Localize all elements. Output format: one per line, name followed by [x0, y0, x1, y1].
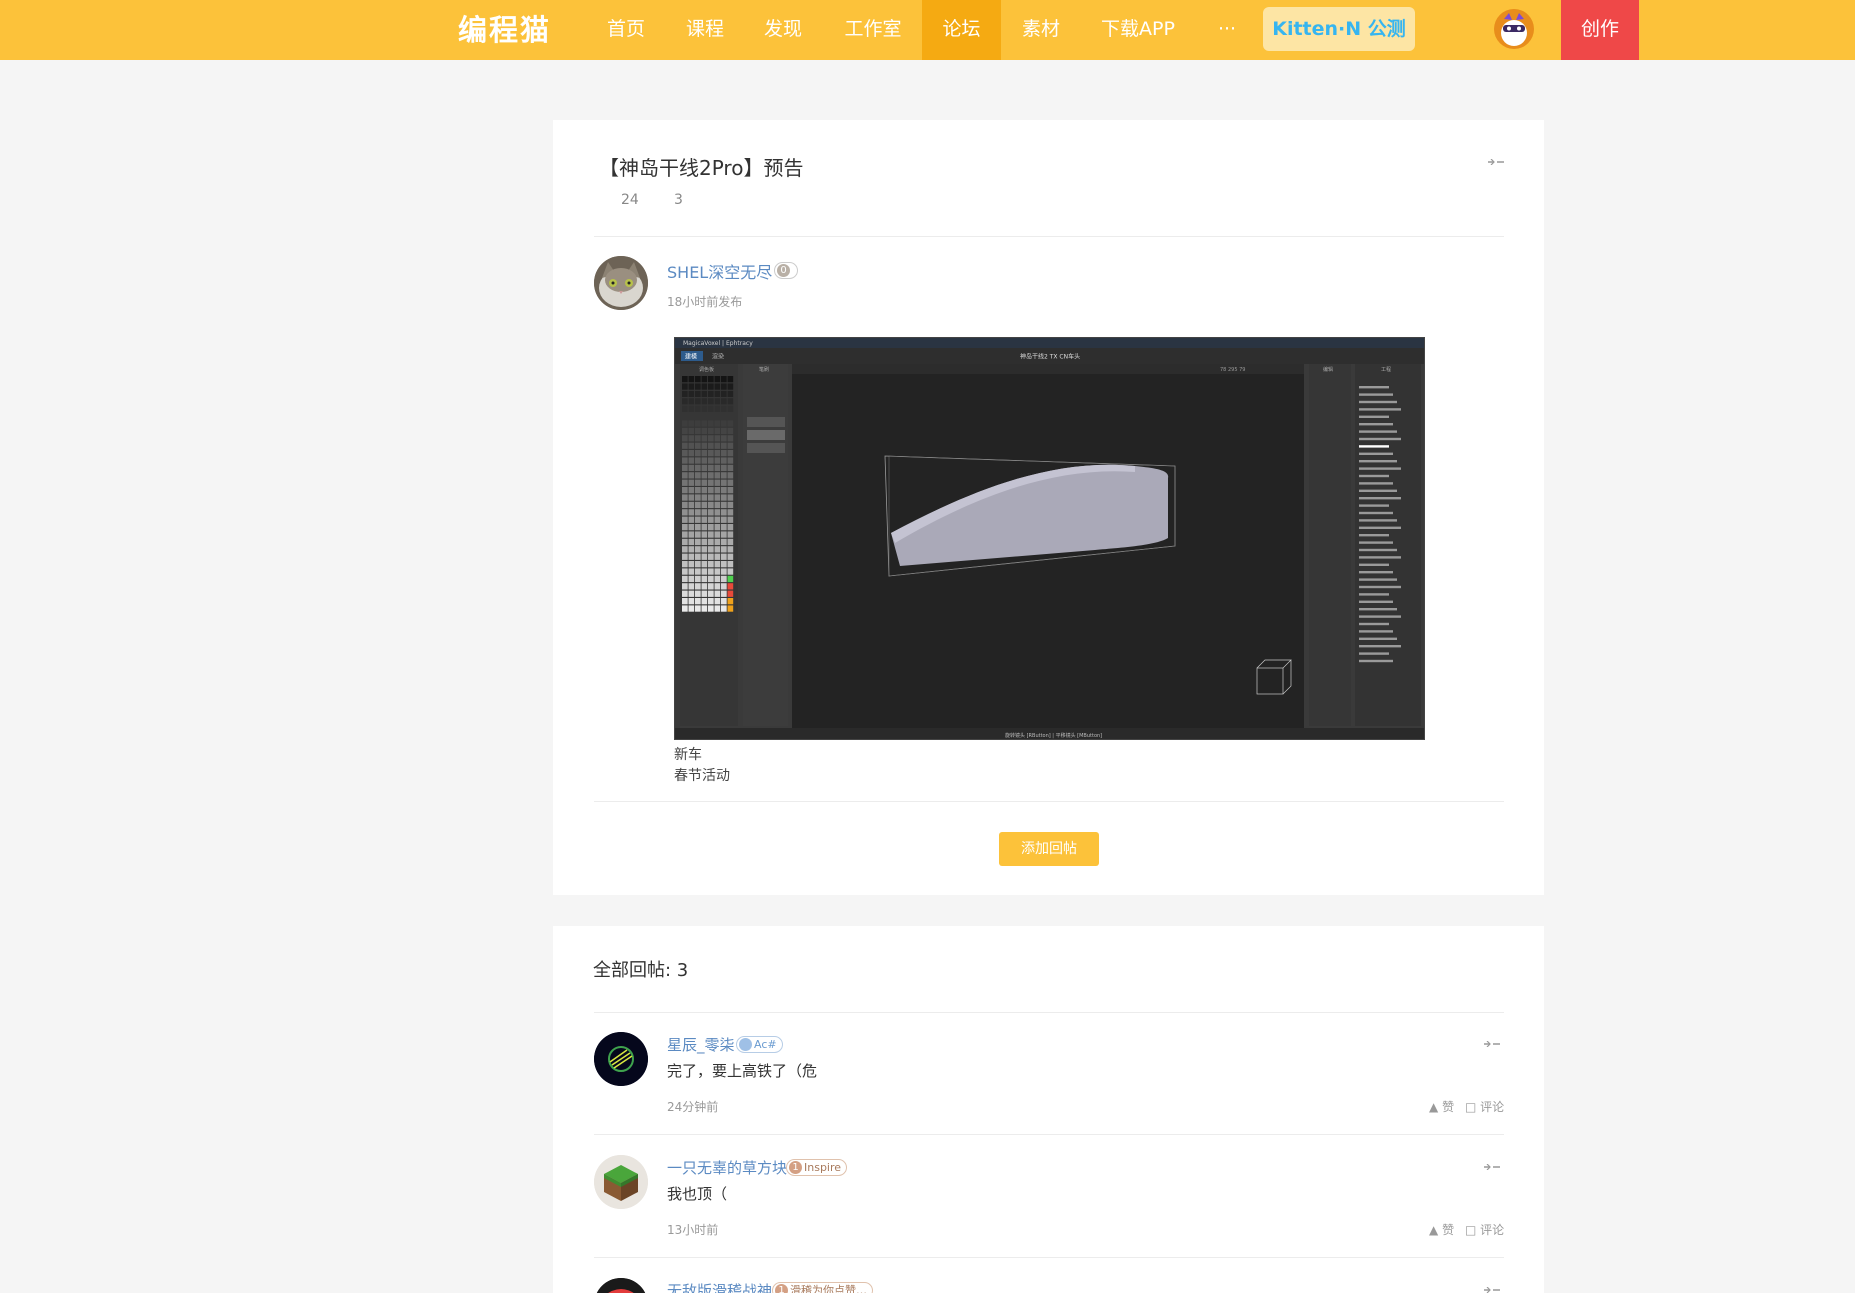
nav-forum[interactable]: 论坛	[922, 0, 1001, 60]
svg-text:工程: 工程	[1381, 366, 1391, 373]
comment-button[interactable]: □ 评论	[1465, 1098, 1504, 1115]
reply-text: 我也顶（	[667, 1185, 728, 1203]
magicavoxel-screenshot: MagicaVoxel | Ephtracy 建模 渲染 神岛干线2 TX CN…	[675, 338, 1424, 739]
post-line: 春节活动	[674, 768, 730, 784]
top-navbar: 编程猫 首页 课程 发现 工作室 论坛 素材 下载APP ··· Kitten·…	[0, 0, 1855, 60]
comment-icon: □	[1465, 1223, 1477, 1237]
reply-author[interactable]: 一只无辜的草方块	[667, 1157, 787, 1178]
post-card: 【神岛干线2Pro】预告 24 3 SHEL深空无尽 0 18小时前发布 Mag…	[553, 120, 1544, 895]
reply-time: 24分钟前	[667, 1100, 719, 1114]
post-image[interactable]: MagicaVoxel | Ephtracy 建模 渲染 神岛干线2 TX CN…	[674, 337, 1425, 740]
replies-card: 全部回帖: 3 星辰_零柒 Ac# 完了，要上高铁了（危 24分钟前 ▲ 赞 □…	[553, 926, 1544, 1293]
nav-download-app[interactable]: 下载APP	[1088, 0, 1188, 60]
reply-more-icon[interactable]	[1484, 1040, 1500, 1048]
post-line: 新车	[674, 747, 702, 763]
view-count: 24	[621, 192, 639, 208]
author-avatar[interactable]	[594, 256, 648, 310]
user-avatar[interactable]	[1494, 9, 1534, 49]
grass-block-icon	[594, 1155, 648, 1209]
add-reply-button[interactable]: 添加回帖	[999, 832, 1099, 866]
comment-button[interactable]: □ 评论	[1465, 1221, 1504, 1238]
divider	[594, 801, 1504, 802]
svg-text:编辑: 编辑	[1323, 366, 1333, 373]
kitten-n-beta-button[interactable]: Kitten·N 公测	[1263, 7, 1415, 51]
reply-avatar[interactable]	[594, 1278, 648, 1293]
divider	[594, 1012, 1504, 1013]
svg-text:建模: 建模	[685, 353, 697, 361]
create-button[interactable]: 创作	[1561, 0, 1639, 60]
reply-badge: Ac#	[736, 1036, 783, 1053]
emoji-avatar-icon	[596, 1278, 646, 1293]
avatar-cat-icon	[1494, 9, 1534, 49]
reply-count: 3	[674, 192, 683, 208]
thumbs-up-icon: ▲	[1429, 1223, 1439, 1237]
svg-text:笔刷: 笔刷	[759, 366, 769, 373]
divider	[594, 1134, 1504, 1135]
svg-text:调色板: 调色板	[699, 366, 714, 373]
comment-icon: □	[1465, 1100, 1477, 1114]
cat-photo-icon	[594, 256, 648, 310]
logo[interactable]: 编程猫	[458, 10, 551, 50]
shot-status: 旋转镜头 [RButton] | 平移镜头 [MButton]	[1005, 732, 1102, 739]
reply-badge: 1 Inspire	[786, 1159, 848, 1176]
like-button[interactable]: ▲ 赞	[1429, 1221, 1454, 1238]
level-badge: 0	[774, 262, 798, 279]
svg-text:78 295 79: 78 295 79	[1220, 367, 1245, 373]
reply-text: 完了，要上高铁了（危	[667, 1062, 818, 1080]
reply-author[interactable]: 无敌版滑稽战神	[667, 1280, 772, 1293]
like-button[interactable]: ▲ 赞	[1429, 1098, 1454, 1115]
nav-more-icon[interactable]: ···	[1200, 0, 1254, 60]
nav-studio[interactable]: 工作室	[830, 0, 916, 60]
shot-window-title: MagicaVoxel | Ephtracy	[683, 340, 753, 347]
divider	[594, 1257, 1504, 1258]
reply-time: 13小时前	[667, 1223, 719, 1237]
reply-more-icon[interactable]	[1484, 1163, 1500, 1171]
divider	[594, 236, 1504, 237]
nav-discover[interactable]: 发现	[746, 0, 820, 60]
nav-home[interactable]: 首页	[589, 0, 663, 60]
author-name[interactable]: SHEL深空无尽	[667, 259, 772, 283]
svg-text:渲染: 渲染	[712, 353, 724, 361]
reply-badge: 1 滑稽为你点赞…	[772, 1282, 873, 1293]
thumbs-up-icon: ▲	[1429, 1100, 1439, 1114]
nav-assets[interactable]: 素材	[1004, 0, 1078, 60]
galaxy-avatar-icon	[594, 1032, 648, 1086]
post-time: 18小时前发布	[667, 295, 743, 309]
reply-avatar[interactable]	[594, 1032, 648, 1086]
reply-author[interactable]: 星辰_零柒	[667, 1034, 735, 1055]
more-options-icon[interactable]	[1488, 158, 1504, 166]
post-title: 【神岛干线2Pro】预告	[599, 156, 804, 180]
reply-avatar[interactable]	[594, 1155, 648, 1209]
shot-doc-title: 神岛干线2 TX CN车头	[1020, 353, 1080, 361]
reply-more-icon[interactable]	[1484, 1286, 1500, 1293]
replies-heading: 全部回帖: 3	[593, 960, 689, 981]
nav-courses[interactable]: 课程	[668, 0, 742, 60]
